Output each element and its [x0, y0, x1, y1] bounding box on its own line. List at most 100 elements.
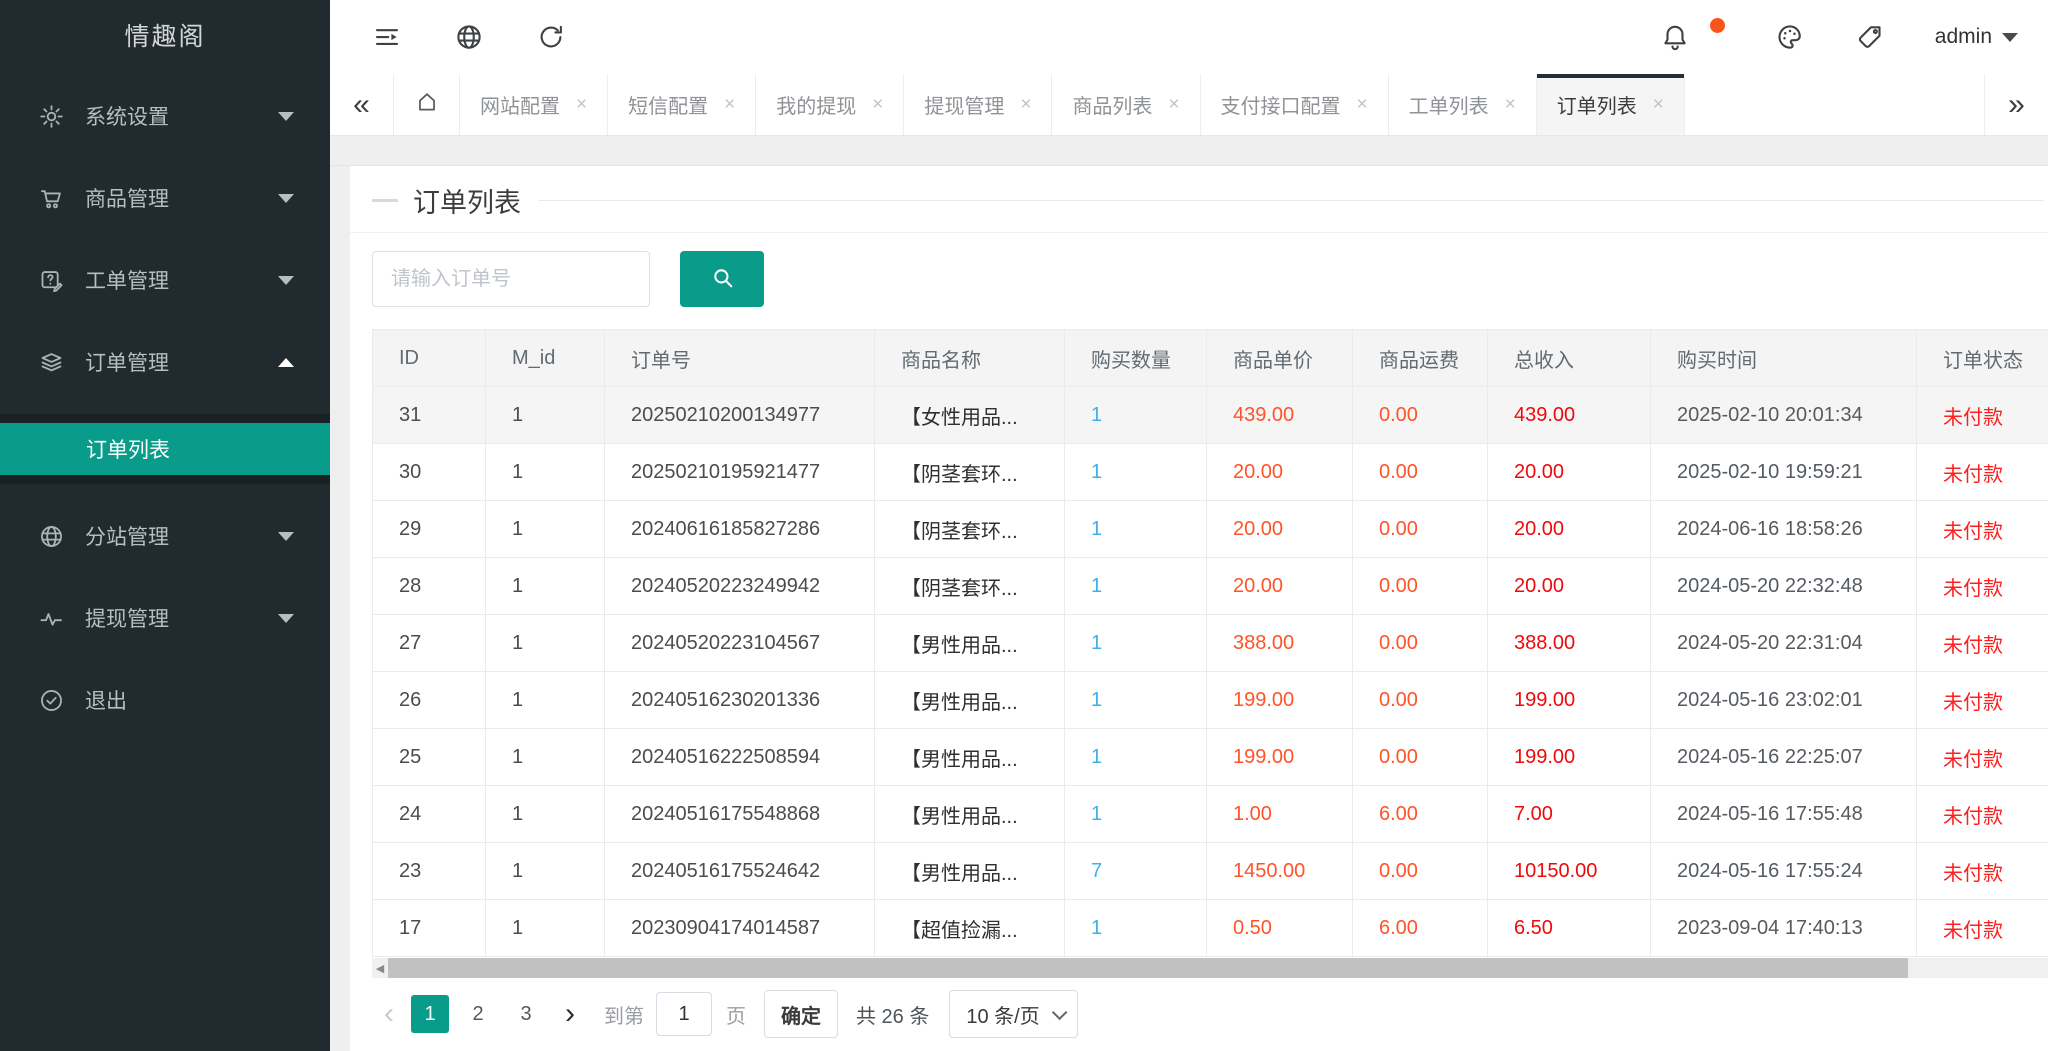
column-header-8: 购买时间	[1651, 330, 1917, 387]
tab-close-icon[interactable]: ×	[1168, 94, 1179, 116]
tab-close-icon[interactable]: ×	[724, 94, 735, 116]
tab-6[interactable]: 工单列表 ×	[1389, 74, 1537, 135]
table-cell: 0.00	[1353, 672, 1488, 729]
column-header-1: M_id	[486, 330, 605, 387]
theme-palette-icon[interactable]	[1775, 22, 1805, 52]
table-cell: 2024-05-20 22:32:48	[1651, 558, 1917, 615]
tab-7[interactable]: 订单列表×	[1537, 74, 1685, 135]
tab-bar: «网站配置×短信配置×我的提现×提现管理×商品列表×支付接口配置×工单列表×订单…	[330, 74, 2048, 136]
tab-close-icon[interactable]: ×	[1505, 94, 1516, 116]
sidebar-subitem-order-list[interactable]: 订单列表	[0, 423, 330, 475]
tab-2[interactable]: 我的提现×	[756, 74, 904, 135]
page-number-1[interactable]: 1	[411, 995, 449, 1033]
goto-page-input[interactable]	[656, 992, 712, 1036]
table-cell[interactable]: 1	[1065, 786, 1207, 843]
chevron-down-icon	[1052, 1004, 1068, 1020]
table-cell: 388.00	[1488, 615, 1651, 672]
table-cell[interactable]: 1	[1065, 729, 1207, 786]
table-cell: 20.00	[1207, 501, 1353, 558]
sidebar-item-0[interactable]: 系统设置	[0, 90, 330, 142]
table-cell[interactable]: 1	[1065, 672, 1207, 729]
sidebar-item-6[interactable]: 退出	[0, 674, 330, 726]
search-button[interactable]	[680, 251, 764, 307]
table-cell: 1	[486, 729, 605, 786]
sidebar: 情趣阁 系统设置商品管理工单管理订单管理订单列表分站管理提现管理退出	[0, 0, 330, 1051]
table-cell: 1450.00	[1207, 843, 1353, 900]
tab-3[interactable]: 提现管理 ×	[904, 74, 1052, 135]
table-cell[interactable]: 1	[1065, 558, 1207, 615]
collapse-sidebar-icon[interactable]	[372, 22, 402, 52]
sidebar-item-2[interactable]: 工单管理	[0, 254, 330, 306]
table-cell[interactable]: 1	[1065, 387, 1207, 444]
tab-close-icon[interactable]: ×	[1357, 94, 1368, 116]
user-menu[interactable]: admin	[1935, 25, 2018, 49]
language-globe-icon[interactable]	[454, 22, 484, 52]
refresh-icon[interactable]	[536, 22, 566, 52]
tab-close-icon[interactable]: ×	[576, 94, 587, 116]
table-cell: 20.00	[1488, 444, 1651, 501]
horizontal-scrollbar[interactable]: ◀	[372, 958, 2048, 978]
tab-label: 商品列表	[1072, 90, 1152, 119]
prev-page-button[interactable]: ‹	[372, 997, 406, 1031]
pagination: ‹123›到第页确定共 26 条10 条/页	[372, 990, 2048, 1038]
table-cell[interactable]: 1	[1065, 501, 1207, 558]
table-cell[interactable]: 1	[1065, 444, 1207, 501]
page-size-select[interactable]: 10 条/页	[949, 990, 1077, 1038]
table-cell: 未付款	[1917, 615, 2048, 672]
column-header-2: 订单号	[605, 330, 875, 387]
tab-0[interactable]: 网站配置×	[460, 74, 608, 135]
column-header-4: 购买数量	[1065, 330, 1207, 387]
notifications-button[interactable]	[1660, 22, 1725, 52]
sidebar-item-3[interactable]: 订单管理	[0, 336, 330, 388]
table-cell: 1	[486, 444, 605, 501]
tab-close-icon[interactable]: ×	[872, 94, 883, 116]
column-header-7: 总收入	[1488, 330, 1651, 387]
sidebar-item-5[interactable]: 提现管理	[0, 592, 330, 644]
table-cell: 30	[373, 444, 486, 501]
tab-label: 工单列表	[1409, 90, 1489, 119]
table-cell: 439.00	[1488, 387, 1651, 444]
next-page-button[interactable]: ›	[550, 997, 590, 1031]
tab-close-icon[interactable]: ×	[1653, 94, 1664, 116]
tab-close-icon[interactable]: ×	[1020, 94, 1031, 116]
tab-label: 短信配置	[628, 90, 708, 119]
tag-icon[interactable]	[1855, 22, 1885, 52]
tab-5[interactable]: 支付接口配置 ×	[1201, 74, 1389, 135]
tab-label: 支付接口配置	[1221, 90, 1341, 119]
table-cell: 20240616185827286	[605, 501, 875, 558]
page-number-3[interactable]: 3	[507, 995, 545, 1033]
title-rule-line	[539, 200, 2044, 201]
table-cell: 【女性用品...	[875, 387, 1065, 444]
tabs-scroll-right-button[interactable]: »	[1984, 74, 2048, 135]
tab-4[interactable]: 商品列表 ×	[1052, 74, 1200, 135]
table-cell[interactable]: 7	[1065, 843, 1207, 900]
tab-1[interactable]: 短信配置 ×	[608, 74, 756, 135]
table-cell: 0.00	[1353, 444, 1488, 501]
sidebar-item-4[interactable]: 分站管理	[0, 510, 330, 562]
table-cell: 未付款	[1917, 786, 2048, 843]
confirm-page-button[interactable]: 确定	[764, 990, 838, 1038]
table-cell: 0.00	[1353, 729, 1488, 786]
globe-icon	[38, 523, 65, 550]
scrollbar-left-arrow[interactable]: ◀	[372, 958, 388, 978]
home-tab-button[interactable]	[394, 74, 460, 135]
page-number-2[interactable]: 2	[459, 995, 497, 1033]
table-cell: 20.00	[1207, 558, 1353, 615]
chevron-down-icon	[278, 194, 294, 203]
sidebar-item-1[interactable]: 商品管理	[0, 172, 330, 224]
table-cell: 1	[486, 615, 605, 672]
scrollbar-thumb[interactable]	[388, 958, 1908, 978]
table-cell: 0.00	[1353, 501, 1488, 558]
table-cell[interactable]: 1	[1065, 900, 1207, 957]
title-dash-decoration	[372, 199, 398, 202]
table-cell: 0.00	[1353, 843, 1488, 900]
table-cell: 1	[486, 786, 605, 843]
table-row-6: 25120240516222508594【男性用品...1199.000.001…	[373, 729, 2048, 786]
tabs-scroll-left-button[interactable]: «	[330, 74, 394, 135]
table-cell: 【男性用品...	[875, 843, 1065, 900]
sidebar-item-label: 订单管理	[85, 347, 278, 377]
page-size-value: 10 条/页	[966, 1000, 1039, 1029]
table-cell[interactable]: 1	[1065, 615, 1207, 672]
tab-label: 提现管理	[924, 90, 1004, 119]
order-number-search-input[interactable]	[372, 251, 650, 307]
